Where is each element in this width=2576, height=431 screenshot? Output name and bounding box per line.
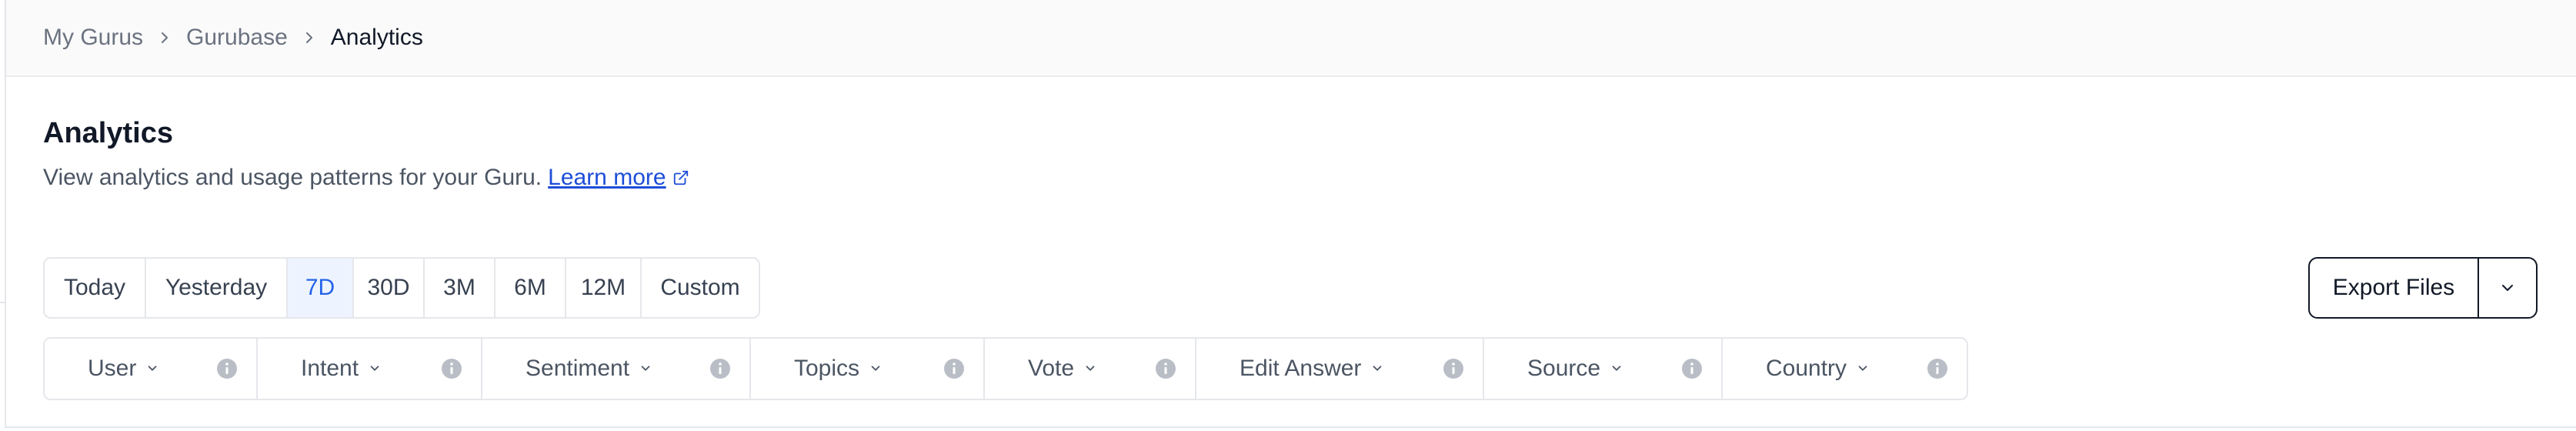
- filter-vote-label: Vote: [1028, 356, 1075, 381]
- export-options-toggle[interactable]: [2479, 259, 2536, 317]
- export-files-button[interactable]: Export Files: [2310, 259, 2479, 317]
- filter-edit-answer[interactable]: Edit Answer: [1196, 339, 1484, 399]
- info-icon[interactable]: [943, 358, 965, 379]
- range-30d[interactable]: 30D: [354, 259, 425, 317]
- filter-edit-answer-label: Edit Answer: [1240, 356, 1362, 381]
- info-icon[interactable]: [1443, 358, 1464, 379]
- range-12m[interactable]: 12M: [566, 259, 642, 317]
- breadcrumb-gurubase[interactable]: Gurubase: [186, 25, 288, 51]
- range-3m[interactable]: 3M: [425, 259, 496, 317]
- info-icon[interactable]: [1155, 358, 1176, 379]
- filter-vote[interactable]: Vote: [985, 339, 1196, 399]
- date-range-selector: Today Yesterday 7D 30D 3M 6M 12M Custom: [43, 257, 760, 319]
- chevron-right-icon: [288, 30, 331, 45]
- subtitle-text: View analytics and usage patterns for yo…: [43, 165, 542, 190]
- range-6m[interactable]: 6M: [496, 259, 566, 317]
- chevron-down-icon: [148, 366, 157, 371]
- filter-bar: User Intent Sentiment Topics Vote Edit A…: [43, 337, 1968, 400]
- learn-more-label: Learn more: [548, 165, 666, 190]
- learn-more-link[interactable]: Learn more: [548, 165, 689, 191]
- filter-source-label: Source: [1527, 356, 1601, 381]
- chevron-down-icon: [2502, 285, 2513, 291]
- info-icon[interactable]: [441, 358, 462, 379]
- filter-user[interactable]: User: [45, 339, 258, 399]
- range-7d[interactable]: 7D: [288, 259, 354, 317]
- page-title: Analytics: [43, 117, 173, 149]
- external-link-icon: [673, 170, 688, 185]
- info-icon[interactable]: [709, 358, 731, 379]
- info-icon[interactable]: [1681, 358, 1703, 379]
- filter-country-label: Country: [1766, 356, 1847, 381]
- chevron-down-icon: [1612, 366, 1621, 371]
- chevron-down-icon: [370, 366, 379, 371]
- range-today[interactable]: Today: [45, 259, 146, 317]
- filter-country[interactable]: Country: [1723, 339, 1967, 399]
- filter-intent-label: Intent: [301, 356, 359, 381]
- breadcrumb-analytics: Analytics: [330, 25, 423, 50]
- filter-source[interactable]: Source: [1484, 339, 1723, 399]
- filter-topics[interactable]: Topics: [751, 339, 985, 399]
- chevron-down-icon: [641, 366, 650, 371]
- chevron-down-icon: [1373, 366, 1382, 371]
- page-subtitle: View analytics and usage patterns for yo…: [43, 165, 689, 191]
- filter-topics-label: Topics: [794, 356, 860, 381]
- filter-sentiment[interactable]: Sentiment: [482, 339, 751, 399]
- filter-sentiment-label: Sentiment: [526, 356, 630, 381]
- range-yesterday[interactable]: Yesterday: [146, 259, 288, 317]
- export-files-split-button: Export Files: [2308, 257, 2538, 319]
- chevron-right-icon: [143, 30, 186, 45]
- filter-intent[interactable]: Intent: [258, 339, 482, 399]
- breadcrumb-my-gurus[interactable]: My Gurus: [43, 25, 143, 51]
- filter-user-label: User: [88, 356, 137, 381]
- info-icon[interactable]: [216, 358, 238, 379]
- info-icon[interactable]: [1927, 358, 1948, 379]
- chevron-down-icon: [871, 366, 880, 371]
- breadcrumb: My Gurus Gurubase Analytics: [6, 0, 2576, 77]
- range-custom[interactable]: Custom: [642, 259, 759, 317]
- chevron-down-icon: [1858, 366, 1867, 371]
- chevron-down-icon: [1086, 366, 1095, 371]
